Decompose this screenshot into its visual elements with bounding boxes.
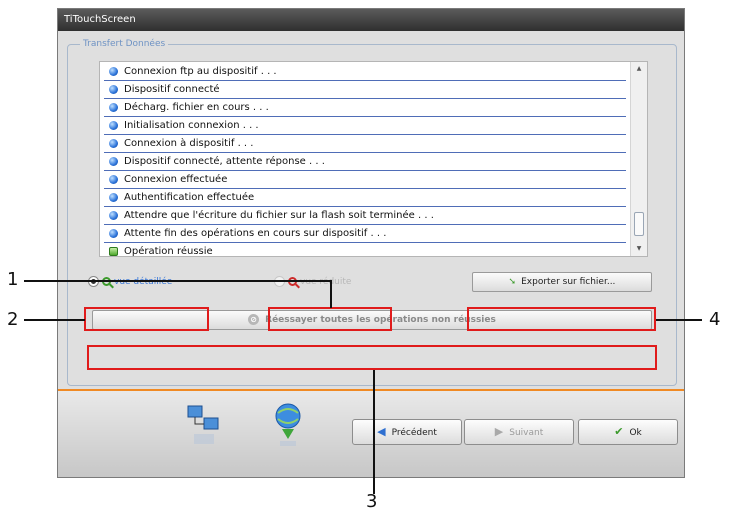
- list-item-label: Dispositif connecté: [124, 84, 220, 95]
- list-item-label: Connexion effectuée: [124, 174, 228, 185]
- scroll-thumb[interactable]: [634, 212, 644, 236]
- list-item: Dispositif connecté: [104, 81, 626, 99]
- info-icon: [109, 103, 118, 112]
- window-title: TiTouchScreen: [58, 9, 684, 31]
- callout-line-2: [24, 319, 85, 321]
- info-icon: [109, 175, 118, 184]
- list-item-label: Authentification effectuée: [124, 192, 255, 203]
- checkmark-icon: ✔: [614, 425, 624, 438]
- list-item: Dispositif connecté, attente réponse . .…: [104, 153, 626, 171]
- list-item: Connexion effectuée: [104, 171, 626, 189]
- info-icon: [109, 85, 118, 94]
- ok-button[interactable]: ✔ Ok: [578, 419, 678, 445]
- globe-download-icon: [275, 403, 301, 446]
- callout-number-2: 2: [7, 309, 19, 330]
- callout-box-3: [87, 345, 657, 370]
- list-item-label: Attendre que l'écriture du fichier sur l…: [124, 210, 434, 221]
- next-button-label: Suivant: [509, 428, 544, 438]
- detailed-view-radio[interactable]: vue détaillée: [88, 274, 172, 290]
- export-to-file-button[interactable]: ➘ Exporter sur fichier...: [472, 272, 652, 292]
- list-item: Attente fin des opérations en cours sur …: [104, 225, 626, 243]
- network-icon: [187, 405, 219, 444]
- transfer-group: Transfert Données Connexion ftp au dispo…: [67, 38, 677, 386]
- list-item-label: Opération réussie: [124, 246, 213, 257]
- next-button[interactable]: ▶ Suivant: [464, 419, 574, 445]
- retry-icon: ⊘: [248, 314, 260, 325]
- callout-line-4: [656, 319, 702, 321]
- callout-number-3: 3: [366, 491, 378, 512]
- group-label: Transfert Données: [80, 38, 169, 50]
- info-icon: [109, 139, 118, 148]
- callout-box-2: [84, 307, 209, 331]
- reduced-view-radio[interactable]: vue réduite: [274, 274, 351, 290]
- list-item: Initialisation connexion . . .: [104, 117, 626, 135]
- info-icon: [109, 193, 118, 202]
- list-item: Connexion à dispositif . . .: [104, 135, 626, 153]
- list-item: Attendre que l'écriture du fichier sur l…: [104, 207, 626, 225]
- callout-box-4: [467, 307, 656, 331]
- export-button-label: Exporter sur fichier...: [521, 277, 616, 287]
- list-item: Décharg. fichier en cours . . .: [104, 99, 626, 117]
- info-icon: [109, 211, 118, 220]
- callout-number-1: 1: [7, 269, 19, 290]
- callout-line-1-drop: [330, 280, 332, 308]
- reduced-view-label: vue réduite: [300, 277, 352, 287]
- previous-button[interactable]: ◀ Précédent: [352, 419, 462, 445]
- detailed-view-label: vue détaillée: [114, 277, 173, 287]
- callout-box-1: [268, 307, 392, 331]
- info-icon: [109, 67, 118, 76]
- main-window: TiTouchScreen Transfert Données Connexio…: [57, 8, 685, 478]
- ok-button-label: Ok: [629, 428, 642, 438]
- list-item: Connexion ftp au dispositif . . .: [104, 63, 626, 81]
- list-item-label: Dispositif connecté, attente réponse . .…: [124, 156, 325, 167]
- list-item-label: Initialisation connexion . . .: [124, 120, 259, 131]
- list-item-label: Décharg. fichier en cours . . .: [124, 102, 269, 113]
- success-icon: [109, 247, 118, 256]
- info-icon: [109, 229, 118, 238]
- list-item: Authentification effectuée: [104, 189, 626, 207]
- arrow-right-icon: ▶: [494, 425, 504, 438]
- callout-number-4: 4: [709, 309, 721, 330]
- vertical-scrollbar[interactable]: ▲ ▼: [630, 62, 647, 256]
- previous-button-label: Précédent: [391, 428, 437, 438]
- callout-line-3: [373, 370, 375, 494]
- list-item: Opération réussie: [104, 243, 626, 257]
- arrow-left-icon: ◀: [377, 425, 386, 438]
- list-item-label: Connexion ftp au dispositif . . .: [124, 66, 277, 77]
- callout-line-1: [24, 280, 331, 282]
- info-icon: [109, 157, 118, 166]
- log-list[interactable]: Connexion ftp au dispositif . . . Dispos…: [99, 61, 648, 257]
- export-icon: ➘: [508, 277, 517, 287]
- list-item-label: Connexion à dispositif . . .: [124, 138, 254, 149]
- scroll-up-icon[interactable]: ▲: [631, 64, 647, 74]
- info-icon: [109, 121, 118, 130]
- scroll-down-icon[interactable]: ▼: [631, 244, 647, 254]
- list-item-label: Attente fin des opérations en cours sur …: [124, 228, 387, 239]
